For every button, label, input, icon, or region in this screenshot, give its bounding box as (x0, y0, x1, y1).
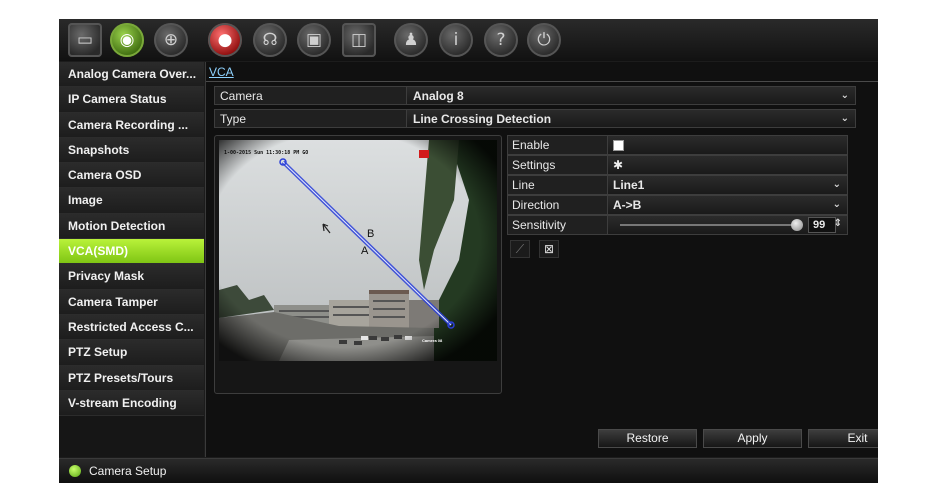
sensitivity-label: Sensitivity (508, 216, 608, 234)
marker-b: B (367, 228, 375, 240)
user-icon[interactable]: ♟ (394, 23, 428, 57)
type-row: Type Line Crossing Detection ⌄ (214, 109, 856, 128)
camera-row: Camera Analog 8 ⌄ (214, 86, 856, 105)
direction-select[interactable]: A->B ⌄ (608, 196, 847, 214)
camera-name-overlay: Camera 08 (422, 338, 443, 343)
info-icon[interactable]: i (439, 23, 473, 57)
sidebar-item-privacy-mask[interactable]: Privacy Mask (59, 264, 204, 290)
camera-preview[interactable]: 1-00-2015 Sun 11:30:18 PM GO B A Camera … (219, 140, 497, 361)
gear-icon[interactable]: ✱ (613, 158, 623, 172)
clear-icon[interactable]: ⊠ (539, 240, 559, 258)
sensitivity-value[interactable]: 99 (808, 217, 836, 233)
sidebar-item-analog-camera-overview[interactable]: Analog Camera Over... (59, 62, 204, 88)
storage-icon[interactable]: ◫ (342, 23, 376, 57)
chevron-down-icon: ⌄ (840, 90, 849, 101)
enable-row: Enable (507, 135, 848, 155)
direction-label: Direction (508, 196, 608, 214)
help-icon[interactable]: ? (484, 23, 518, 57)
sidebar-item-ip-camera-status[interactable]: IP Camera Status (59, 87, 204, 113)
alarm-icon[interactable]: ☊ (253, 23, 287, 57)
settings-cell: ✱ (608, 156, 847, 174)
tab-divider (206, 81, 878, 82)
top-toolbar: ▭ ◉ ⊕ ● ☊ ▣ ◫ ♟ i ? ⏻ (59, 19, 878, 61)
preview-timestamp: 1-00-2015 Sun 11:30:18 PM GO (224, 150, 309, 156)
type-label: Type (215, 110, 407, 127)
record-icon[interactable]: ● (208, 23, 242, 57)
camera-icon[interactable]: ◉ (110, 23, 144, 57)
exit-button[interactable]: Exit (808, 429, 878, 448)
sidebar-item-ptz-presets-tours[interactable]: PTZ Presets/Tours (59, 365, 204, 391)
sidebar-item-camera-osd[interactable]: Camera OSD (59, 163, 204, 189)
monitor-icon[interactable]: ▭ (68, 23, 102, 57)
sidebar-item-camera-tamper[interactable]: Camera Tamper (59, 289, 204, 315)
network-icon[interactable]: ⊕ (154, 23, 188, 57)
line-select[interactable]: Line1 ⌄ (608, 176, 847, 194)
type-select[interactable]: Line Crossing Detection ⌄ (407, 110, 855, 127)
camera-select[interactable]: Analog 8 ⌄ (407, 87, 855, 104)
tab-vca[interactable]: VCA (209, 65, 234, 79)
line-value: Line1 (613, 178, 645, 192)
status-bar: Camera Setup (59, 458, 878, 483)
app-window: ▭ ◉ ⊕ ● ☊ ▣ ◫ ♟ i ? ⏻ Analog Camera Over… (59, 19, 878, 483)
type-value: Line Crossing Detection (413, 111, 552, 126)
main-panel: VCA Camera Analog 8 ⌄ Type Line Crossing… (205, 62, 878, 457)
sensitivity-slider-track[interactable] (620, 224, 798, 226)
enable-cell (608, 136, 847, 154)
sidebar-item-ptz-setup[interactable]: PTZ Setup (59, 340, 204, 366)
power-icon[interactable]: ⏻ (527, 23, 561, 57)
settings-label: Settings (508, 156, 608, 174)
line-label: Line (508, 176, 608, 194)
direction-row: Direction A->B ⌄ (507, 195, 848, 215)
camera-value: Analog 8 (413, 88, 464, 103)
sensitivity-slider-thumb[interactable] (791, 219, 803, 231)
preview-panel: 1-00-2015 Sun 11:30:18 PM GO B A Camera … (214, 135, 502, 394)
marker-a: A (361, 245, 369, 257)
sidebar-item-motion-detection[interactable]: Motion Detection (59, 213, 204, 240)
status-indicator-icon (69, 465, 81, 477)
chevron-down-icon: ⌄ (840, 113, 849, 124)
sidebar-item-restricted-access[interactable]: Restricted Access C... (59, 314, 204, 341)
device-icon[interactable]: ▣ (297, 23, 331, 57)
sidebar-item-camera-recording[interactable]: Camera Recording ... (59, 112, 204, 138)
chevron-down-icon: ⌄ (832, 179, 841, 190)
camera-label: Camera (215, 87, 407, 104)
status-text: Camera Setup (89, 464, 167, 478)
sidebar-item-image[interactable]: Image (59, 188, 204, 214)
sidebar-item-snapshots[interactable]: Snapshots (59, 137, 204, 164)
line-row: Line Line1 ⌄ (507, 175, 848, 195)
sidebar-item-vca-smd[interactable]: VCA(SMD) (59, 239, 204, 265)
spinner-icon[interactable]: ⇕ (834, 218, 842, 229)
direction-value: A->B (613, 198, 642, 212)
sidebar-item-v-stream-encoding[interactable]: V-stream Encoding (59, 390, 204, 417)
enable-checkbox[interactable] (613, 139, 624, 151)
enable-label: Enable (508, 136, 608, 154)
restore-button[interactable]: Restore (598, 429, 697, 448)
settings-row: Settings ✱ (507, 155, 848, 175)
apply-button[interactable]: Apply (703, 429, 802, 448)
sensitivity-row: Sensitivity 99 ⇕ (507, 215, 848, 235)
chevron-down-icon: ⌄ (832, 199, 841, 210)
sensitivity-cell: 99 ⇕ (608, 216, 847, 234)
sidebar: Analog Camera Over... IP Camera Status C… (59, 62, 204, 457)
draw-line-icon[interactable]: ⟋ (510, 240, 530, 258)
